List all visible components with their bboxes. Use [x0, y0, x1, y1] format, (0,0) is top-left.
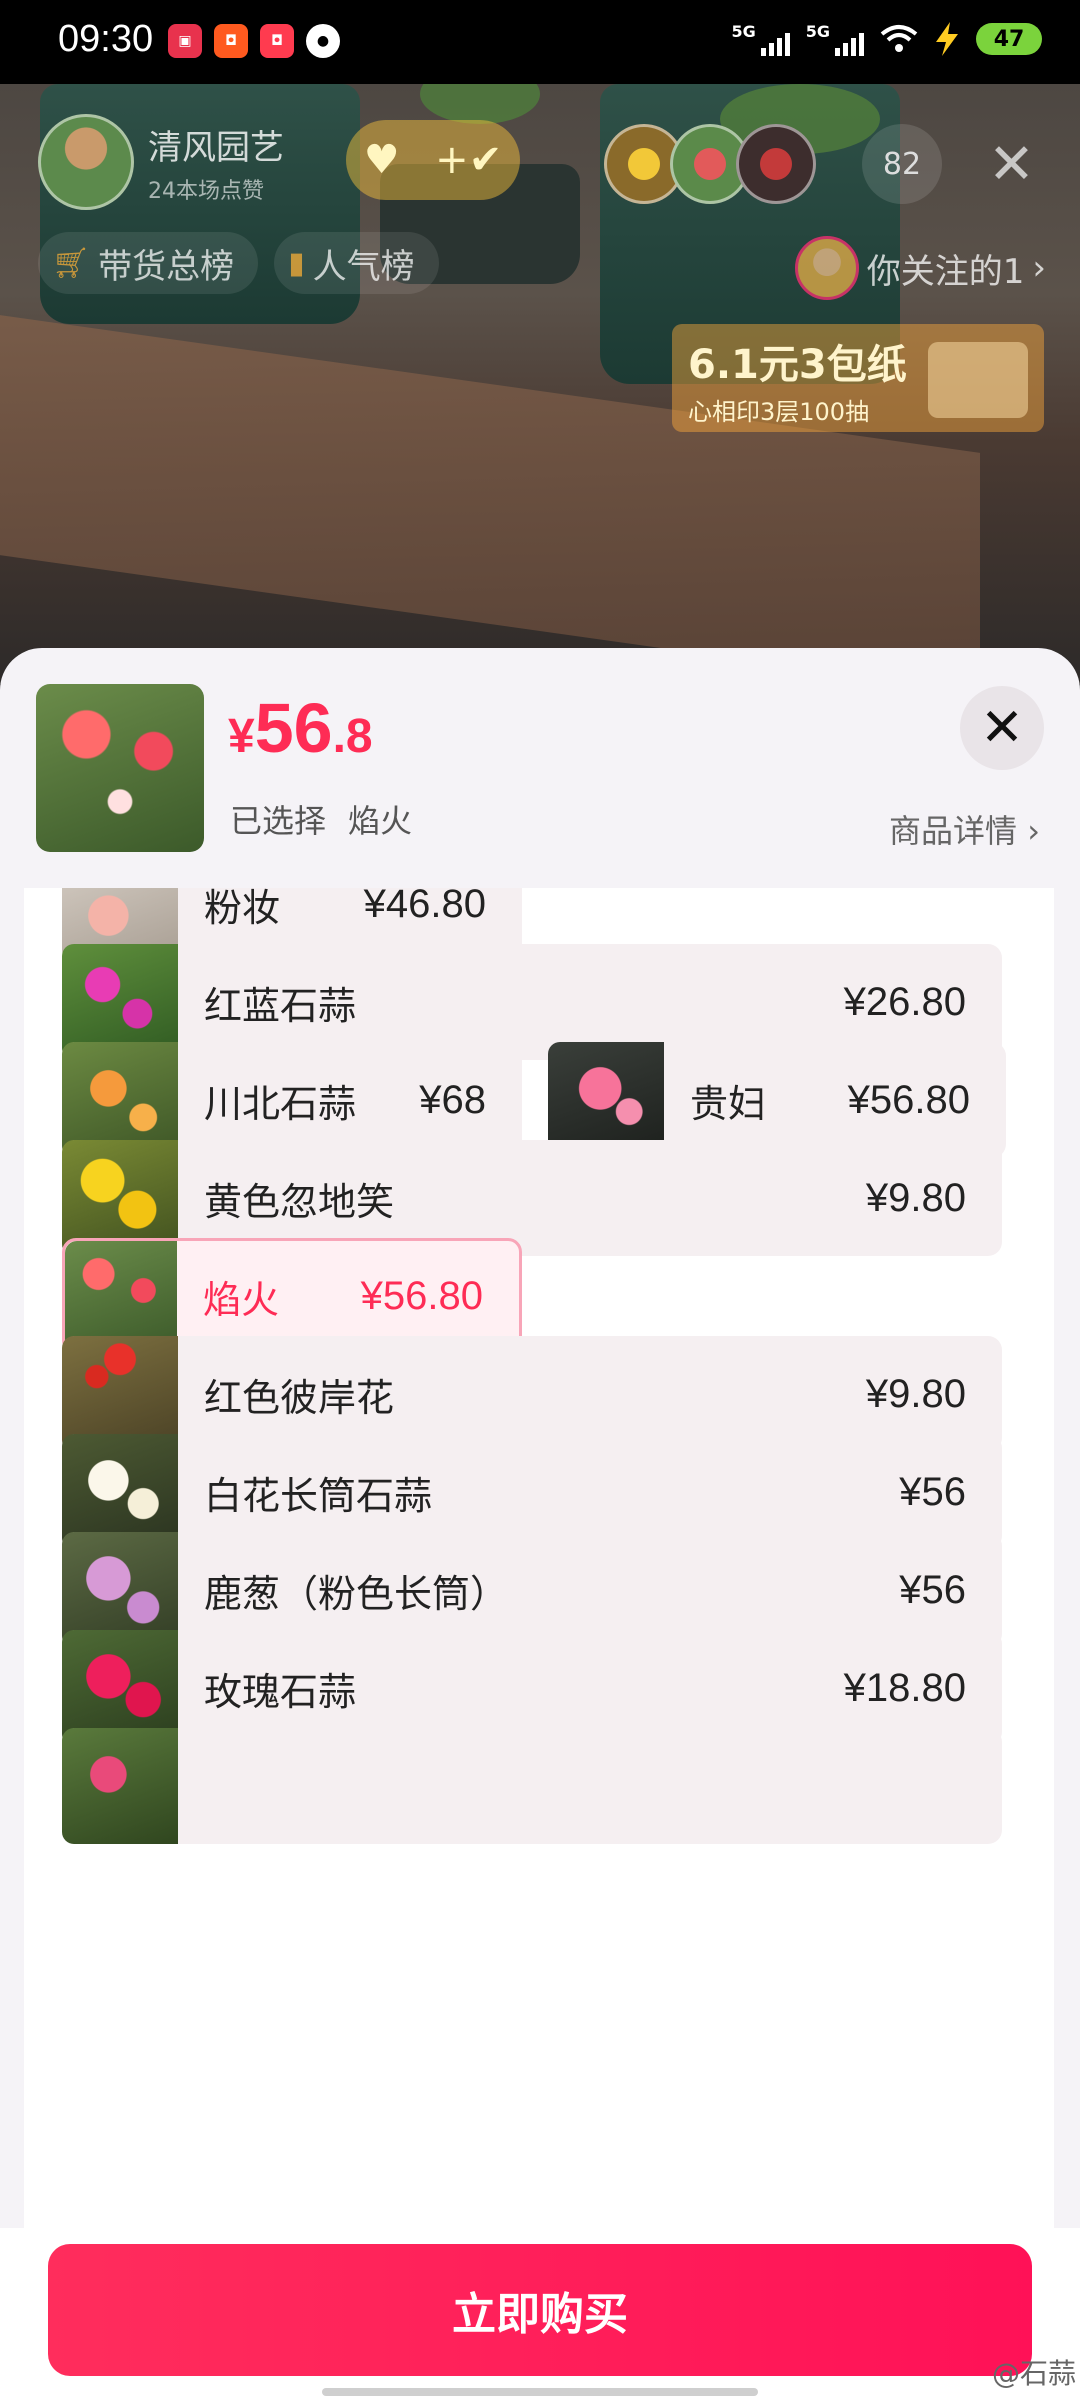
chevron-right-icon: › — [1032, 248, 1046, 288]
wifi-icon — [880, 25, 918, 52]
status-time: 09:30 — [58, 18, 154, 60]
app-notification-icon: ◘ — [260, 24, 294, 58]
watermark: @石蒜 — [991, 2357, 1076, 2390]
close-live-icon[interactable]: ✕ — [988, 130, 1035, 200]
charging-icon — [936, 22, 958, 56]
popularity-rank-button[interactable]: ▮ 人气榜 — [274, 232, 439, 294]
follow-button[interactable]: ♥ +✔ — [346, 120, 520, 200]
video-scene — [420, 84, 540, 124]
product-thumbnail[interactable] — [36, 684, 204, 852]
buy-bar: 立即购买 — [0, 2228, 1080, 2400]
add-follow-icon: +✔ — [435, 137, 503, 183]
close-sheet-icon[interactable]: ✕ — [960, 686, 1044, 770]
app-notification-icon: ◘ — [214, 24, 248, 58]
chevron-right-icon: › — [1027, 812, 1040, 850]
viewer-count[interactable]: 82 — [862, 124, 942, 204]
following-button[interactable]: 你关注的1 › — [794, 236, 1046, 300]
selected-variant: 已选择 焰火 — [230, 802, 413, 840]
buy-now-button[interactable]: 立即购买 — [48, 2244, 1032, 2376]
app-notification-icon: ▣ — [168, 24, 202, 58]
viewer-avatar — [736, 124, 816, 204]
cart-icon: 🛒︎ — [52, 245, 91, 281]
sheet-header: ¥56.8 已选择 焰火 ✕ 商品详情 › — [0, 648, 1080, 888]
host-card[interactable]: 清风园艺 24本场点赞 — [38, 114, 284, 210]
following-avatar — [794, 236, 859, 300]
battery-icon: 47 — [976, 23, 1042, 55]
host-name: 清风园艺 — [148, 127, 284, 168]
variant-option[interactable] — [62, 1728, 1002, 1844]
signal-icon: 5G — [806, 22, 864, 56]
variant-thumbnail — [62, 1728, 178, 1844]
product-detail-link[interactable]: 商品详情 › — [889, 806, 1040, 852]
host-avatar[interactable] — [38, 114, 134, 210]
live-video[interactable]: 清风园艺 24本场点赞 ♥ +✔ 82 ✕ 🛒︎ 带货总榜 ▮ 人气榜 你关注的… — [0, 84, 1080, 684]
status-notification-icons: ▣ ◘ ◘ ● — [168, 24, 340, 58]
variant-thumbnail — [65, 1241, 177, 1351]
viewer-avatars[interactable] — [604, 124, 816, 204]
tissue-product-image — [928, 342, 1028, 418]
bar-chart-icon: ▮ — [288, 245, 305, 281]
promo-banner[interactable]: 6.1元3包纸 心相印3层100抽 — [672, 324, 1044, 432]
status-bar: 09:30 ▣ ◘ ◘ ● 5G 5G 47 — [0, 0, 1080, 84]
heart-icon: ♥ — [363, 137, 400, 183]
sku-selector-sheet: ¥56.8 已选择 焰火 ✕ 商品详情 › 粉妆 ¥46.80 红蓝石蒜 ¥26.… — [0, 648, 1080, 2400]
variant-list[interactable]: 粉妆 ¥46.80 红蓝石蒜 ¥26.80 川北石蒜 ¥68 贵妇 ¥56.80… — [24, 888, 1054, 2228]
home-indicator[interactable] — [322, 2388, 758, 2396]
sales-rank-button[interactable]: 🛒︎ 带货总榜 — [38, 232, 259, 294]
selected-price: ¥56.8 — [228, 689, 373, 767]
signal-icon: 5G — [731, 22, 790, 56]
host-likes: 24本场点赞 — [148, 178, 264, 204]
app-notification-icon: ● — [306, 24, 340, 58]
